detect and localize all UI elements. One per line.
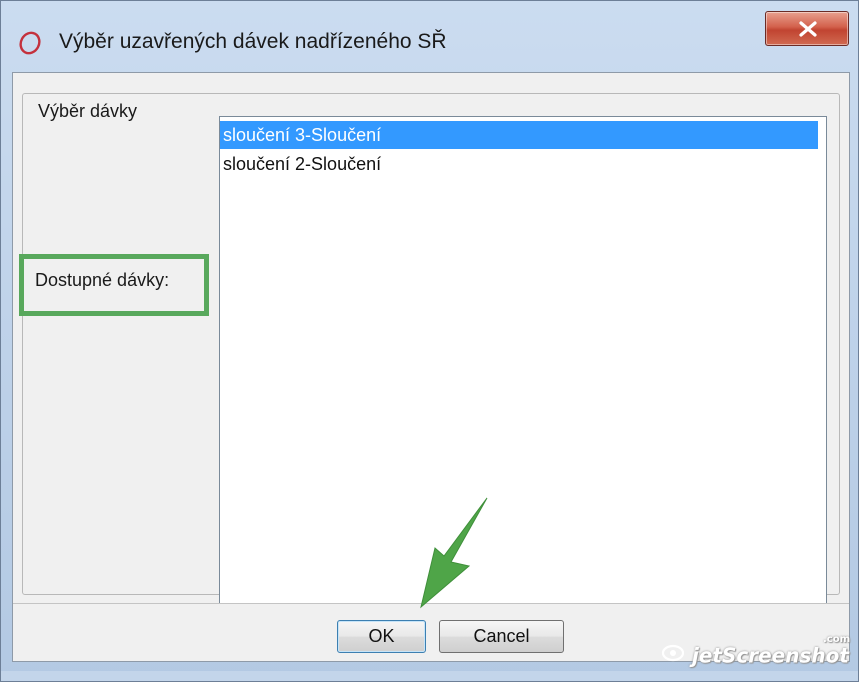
app-icon <box>18 31 42 55</box>
batch-list[interactable]: sloučení 3-Sloučení sloučení 2-Sloučení <box>219 116 827 604</box>
annotation-arrow-icon <box>420 497 488 609</box>
cancel-button[interactable]: Cancel <box>439 620 564 653</box>
window-title: Výběr uzavřených dávek nadřízeného SŘ <box>59 30 447 53</box>
list-item-selected[interactable]: sloučení 3-Sloučení <box>220 121 818 149</box>
watermark-text: jetScreenshot <box>691 643 849 668</box>
watermark-sub: .com <box>823 634 851 645</box>
jetscreenshot-logo-icon <box>661 643 685 668</box>
close-button[interactable] <box>765 11 849 46</box>
list-item[interactable]: sloučení 2-Sloučení <box>220 150 818 178</box>
ok-button[interactable]: OK <box>337 620 426 653</box>
group-legend: Výběr dávky <box>35 101 143 122</box>
annotation-highlight-box <box>19 254 209 316</box>
dialog-window: Výběr uzavřených dávek nadřízeného SŘ Vý… <box>0 0 859 682</box>
title-bar[interactable]: Výběr uzavřených dávek nadřízeného SŘ <box>1 1 858 69</box>
watermark: jetScreenshot .com <box>661 634 853 672</box>
close-icon <box>799 21 817 37</box>
